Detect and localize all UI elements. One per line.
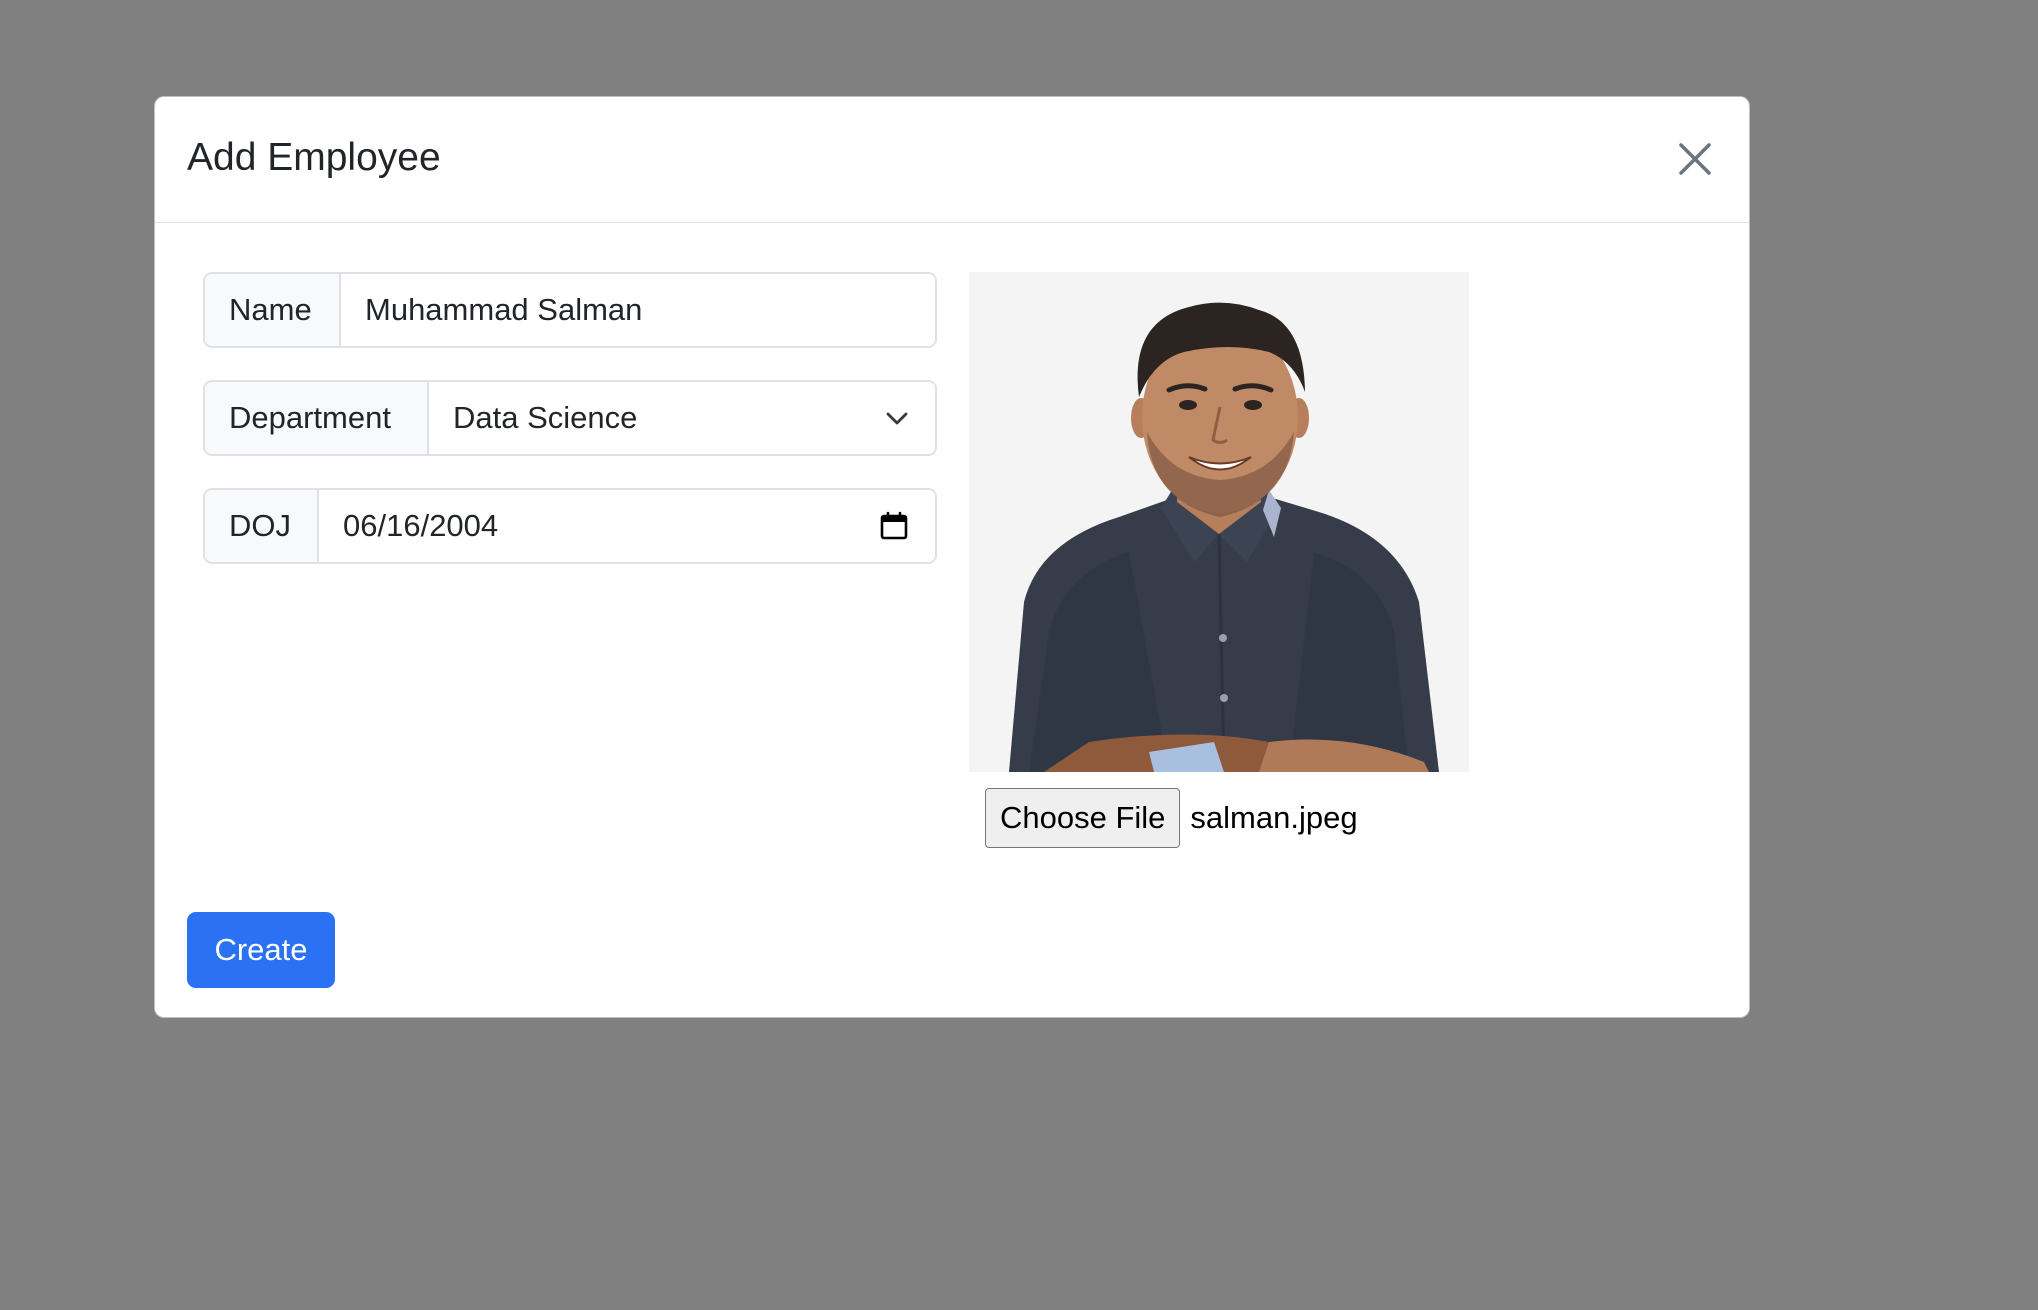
doj-date-input[interactable] [343,508,911,544]
name-field-wrapper [341,274,935,346]
department-input-group: Department Data Science [203,380,937,456]
create-button[interactable]: Create [187,912,335,988]
calendar-icon[interactable] [879,511,909,541]
modal-header: Add Employee [155,97,1749,223]
doj-field-wrapper [319,490,935,562]
department-label: Department [205,382,429,454]
department-selected-value: Data Science [453,400,638,435]
name-input[interactable] [365,292,911,328]
doj-input-group: DOJ [203,488,937,564]
selected-file-name: salman.jpeg [1190,800,1358,835]
choose-file-button[interactable]: Choose File [985,788,1181,848]
name-label: Name [205,274,341,346]
name-input-group: Name [203,272,937,348]
employee-photo-illustration [969,272,1469,772]
close-button[interactable] [1671,135,1719,183]
employee-photo [969,272,1469,772]
add-employee-modal: Add Employee Name Department Data Scienc… [154,96,1750,1018]
close-icon [1679,143,1711,175]
file-input: Choose File salman.jpeg [985,788,1358,848]
department-select[interactable]: Data Science [429,382,935,454]
modal-title: Add Employee [187,136,441,179]
doj-label: DOJ [205,490,319,562]
chevron-down-icon [886,412,908,425]
